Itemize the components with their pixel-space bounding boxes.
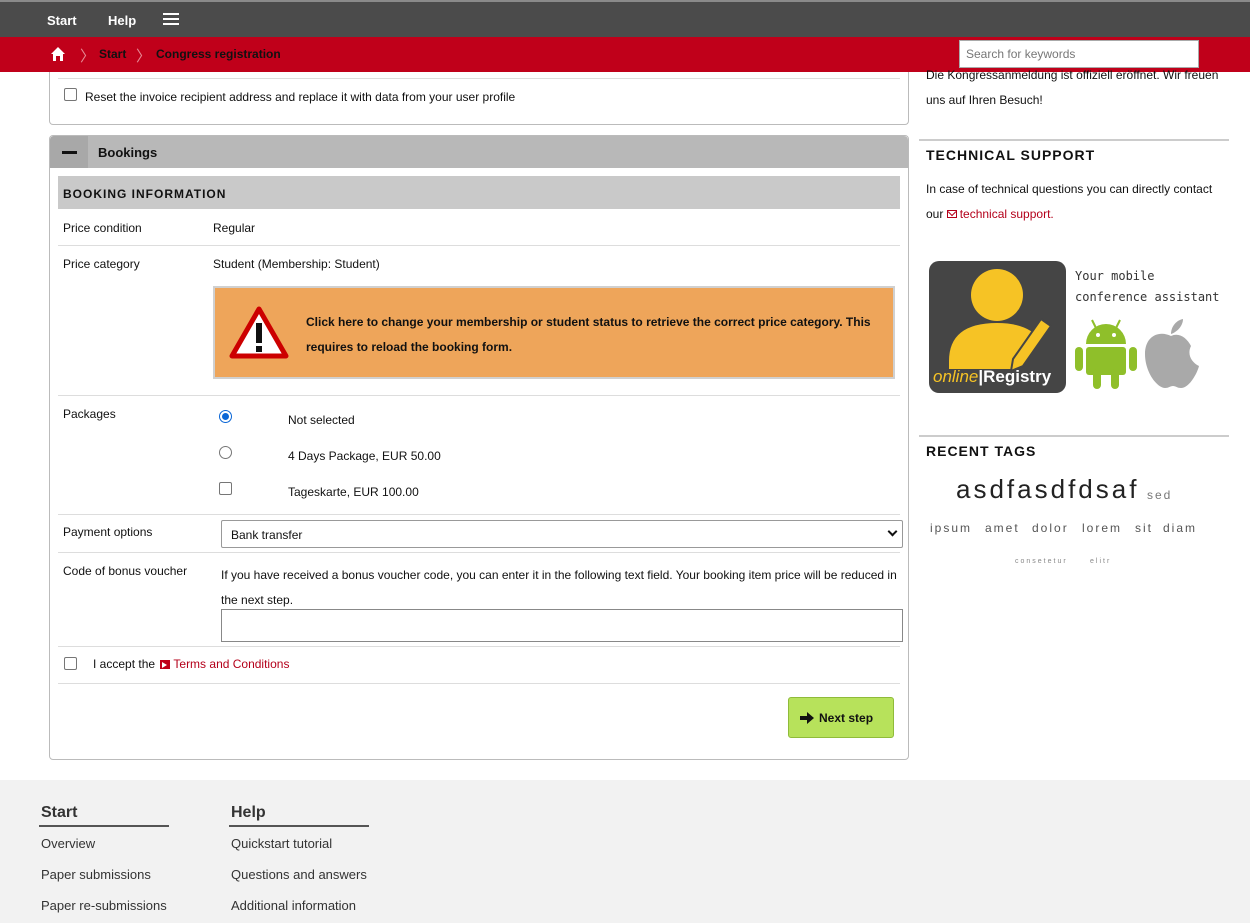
package-option-label: 4 Days Package, EUR 50.00	[288, 449, 441, 463]
bookings-header: Bookings	[50, 136, 908, 168]
reset-invoice-checkbox[interactable]	[64, 88, 77, 101]
price-condition-row: Price condition Regular	[58, 210, 900, 246]
terms-link[interactable]: Terms and Conditions	[173, 657, 289, 671]
tag-link[interactable]: amet	[985, 521, 1020, 535]
voucher-label: Code of bonus voucher	[63, 564, 188, 578]
footer-link[interactable]: Questions and answers	[231, 867, 367, 882]
divider	[919, 435, 1229, 437]
tag-link[interactable]: consetetur	[1015, 558, 1068, 565]
footer-help-title: Help	[231, 804, 266, 821]
warning-icon	[229, 306, 289, 359]
warning-text: Click here to change your membership or …	[306, 315, 871, 354]
app-word-italic: online	[933, 367, 979, 386]
collapse-button[interactable]	[50, 136, 88, 168]
booking-information-heading: BOOKING INFORMATION	[58, 176, 900, 209]
tag-link[interactable]: asdfasdfdsaf	[956, 474, 1139, 505]
payment-selected-value: Bank transfer	[231, 528, 303, 542]
reset-invoice-label: Reset the invoice recipient address and …	[85, 90, 516, 104]
payment-options-label: Payment options	[63, 525, 153, 539]
section-title: BOOKING INFORMATION	[63, 187, 227, 201]
support-link[interactable]: technical support.	[960, 207, 1054, 221]
tag-link[interactable]: sit	[1135, 521, 1153, 535]
support-text: In case of technical questions you can d…	[926, 177, 1226, 227]
voucher-help-text: If you have received a bonus voucher cod…	[221, 568, 897, 607]
package-option-label: Tageskarte, EUR 100.00	[288, 485, 419, 499]
package-checkbox-tageskarte[interactable]	[219, 482, 232, 495]
price-category-value: Student (Membership: Student)	[213, 257, 380, 271]
chevron-right-icon: 〉	[80, 48, 96, 65]
bookings-panel: Bookings BOOKING INFORMATION Price condi…	[49, 135, 909, 760]
arrow-right-icon	[800, 712, 814, 724]
terms-row: I accept the Terms and Conditions	[58, 647, 900, 684]
tag-link[interactable]: ipsum	[930, 521, 972, 535]
app-tagline: Your mobile conference assistant	[1075, 269, 1220, 304]
apple-icon[interactable]	[1141, 318, 1201, 390]
package-radio-4-days[interactable]	[219, 446, 232, 459]
tag-link[interactable]: lorem	[1082, 521, 1122, 535]
chevron-down-icon	[887, 526, 898, 537]
divider	[229, 825, 369, 827]
android-icon[interactable]	[1074, 314, 1138, 390]
terms-checkbox[interactable]	[64, 657, 77, 670]
nav-help-link[interactable]: Help	[108, 13, 136, 28]
divider	[919, 139, 1229, 141]
tag-link[interactable]: diam	[1163, 521, 1197, 535]
divider	[39, 825, 169, 827]
minus-icon	[62, 151, 77, 154]
price-condition-label: Price condition	[63, 221, 142, 235]
chevron-right-icon: 〉	[136, 48, 152, 65]
terms-label: I accept the Terms and Conditions	[93, 657, 289, 671]
price-condition-value: Regular	[213, 221, 256, 235]
packages-row: Packages Not selected 4 Days Package, EU…	[58, 396, 900, 515]
footer-start-title: Start	[41, 804, 78, 821]
package-option-label: Not selected	[288, 413, 355, 427]
reset-invoice-row	[58, 78, 900, 88]
news-text: Die Kongressanmeldung ist offiziell eröf…	[926, 68, 1219, 107]
top-navbar: Start Help	[0, 0, 1250, 37]
bookings-title: Bookings	[98, 145, 158, 160]
next-step-button[interactable]: Next step	[788, 697, 894, 738]
app-logo[interactable]: online|Registry	[929, 261, 1066, 393]
footer: Start Overview Paper submissions Paper r…	[0, 780, 1250, 923]
mail-icon	[946, 210, 957, 218]
price-category-label: Price category	[63, 257, 140, 271]
invoice-panel: Reset the invoice recipient address and …	[49, 72, 909, 125]
menu-icon[interactable]	[163, 13, 179, 27]
voucher-row: Code of bonus voucher If you have receiv…	[58, 553, 903, 647]
home-icon[interactable]	[50, 46, 66, 62]
payment-select[interactable]: Bank transfer	[221, 520, 903, 548]
footer-link[interactable]: Overview	[41, 836, 95, 851]
packages-label: Packages	[63, 407, 116, 421]
footer-link[interactable]: Quickstart tutorial	[231, 836, 332, 851]
terms-prefix: I accept the	[93, 657, 156, 671]
breadcrumb-current: Congress registration	[156, 47, 281, 61]
app-word-bold: Registry	[983, 367, 1052, 386]
next-step-label: Next step	[819, 711, 874, 725]
support-title: TECHNICAL SUPPORT	[926, 147, 1096, 163]
tag-link[interactable]: sed	[1147, 488, 1172, 502]
nav-start-link[interactable]: Start	[47, 13, 77, 28]
change-membership-warning[interactable]: Click here to change your membership or …	[213, 286, 895, 379]
tag-link[interactable]: elitr	[1090, 558, 1111, 565]
footer-link[interactable]: Additional information	[231, 898, 356, 913]
breadcrumb-start[interactable]: Start	[99, 47, 126, 61]
footer-link[interactable]: Paper re-submissions	[41, 898, 167, 913]
external-link-icon	[160, 660, 171, 669]
app-wordmark: online|Registry	[933, 367, 1052, 386]
package-radio-not-selected[interactable]	[219, 410, 232, 423]
voucher-input[interactable]	[221, 609, 903, 642]
payment-options-row: Payment options Bank transfer	[58, 515, 903, 553]
footer-link[interactable]: Paper submissions	[41, 867, 151, 882]
tags-title: RECENT TAGS	[926, 443, 1037, 459]
tag-link[interactable]: dolor	[1032, 521, 1069, 535]
